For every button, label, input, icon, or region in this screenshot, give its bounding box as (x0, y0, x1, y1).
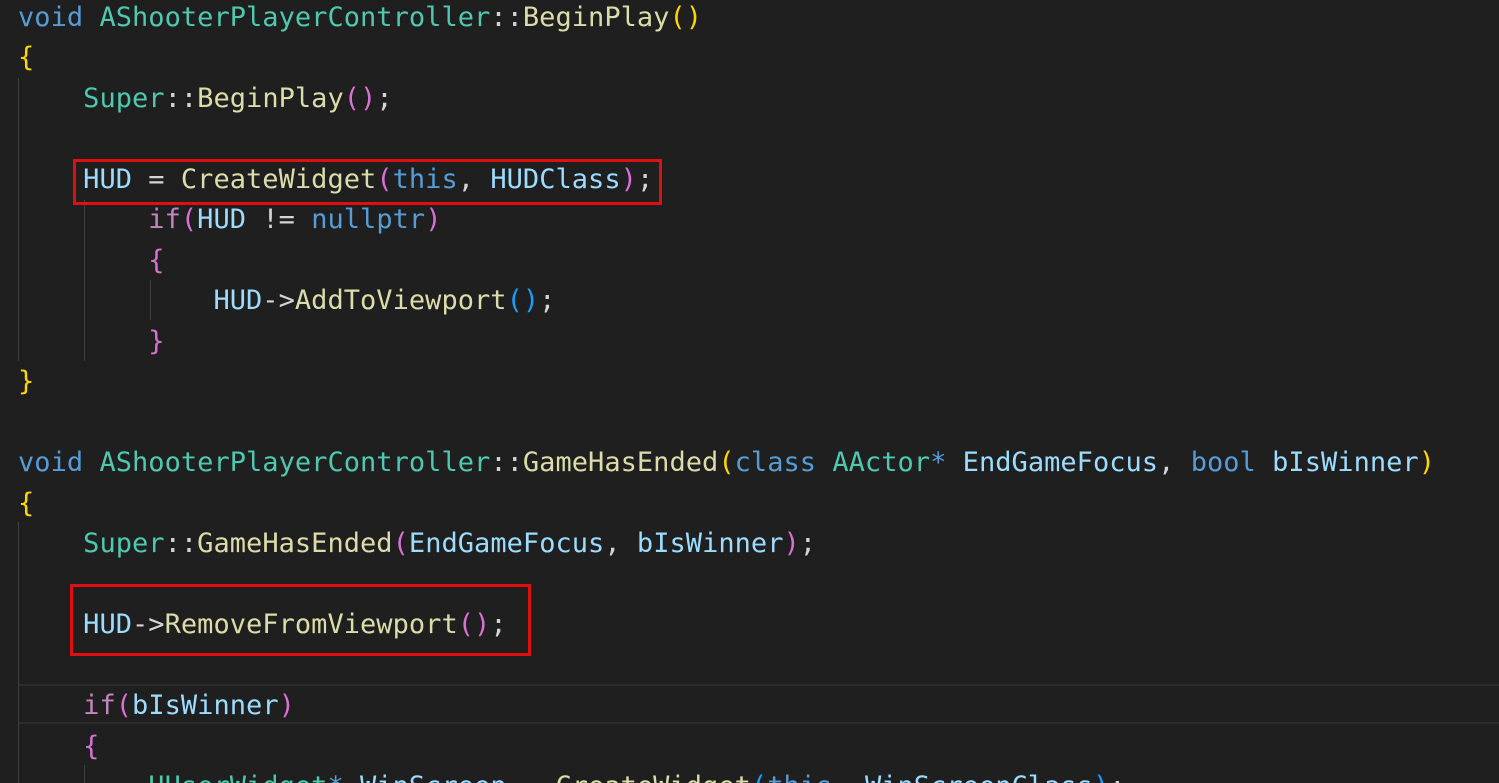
code-token: void (18, 447, 84, 478)
highlight-box-remove-from-viewport (70, 584, 531, 656)
code-token: ) (783, 528, 800, 559)
code-line-8[interactable]: HUD->AddToViewport(); (18, 281, 555, 322)
code-line-19[interactable]: { (18, 727, 99, 768)
code-token: :: (164, 528, 198, 559)
code-token: bool (1190, 447, 1256, 478)
code-token: AddToViewport (294, 285, 507, 316)
code-token: WinScreenClass (865, 771, 1093, 783)
code-token: { (18, 487, 35, 519)
code-line-10[interactable]: } (18, 362, 34, 403)
code-line-20[interactable]: UUserWidget* WinScreen = CreateWidget(th… (18, 767, 1126, 783)
code-token: -> (262, 285, 295, 316)
code-token: { (18, 42, 35, 73)
code-token: AActor (832, 447, 931, 478)
code-token: ( (718, 447, 735, 478)
code-token: AShooterPlayerController (99, 447, 491, 478)
code-token: ( (392, 528, 409, 559)
code-line-9[interactable]: } (18, 322, 165, 363)
code-token: class (734, 447, 817, 478)
code-token: ; (539, 285, 556, 316)
code-token: GameHasEnded (197, 528, 393, 559)
code-line-6[interactable]: if(HUD != nullptr) (18, 200, 441, 241)
code-editor[interactable]: void AShooterPlayerController::BeginPlay… (0, 0, 1499, 783)
code-token: CreateWidget (555, 771, 750, 783)
code-token: , (604, 528, 637, 559)
code-token: Super (83, 82, 165, 114)
code-token: BeginPlay (197, 82, 344, 114)
code-token: EndGameFocus (962, 447, 1159, 478)
code-token: ) (1418, 447, 1436, 478)
code-line-3[interactable]: Super::BeginPlay(); (18, 79, 393, 120)
code-line-13[interactable]: { (18, 484, 34, 525)
code-token: ) (1093, 771, 1109, 783)
code-token: ) (278, 690, 295, 721)
code-token: () (506, 285, 540, 316)
code-token: () (343, 82, 377, 114)
code-token: } (148, 325, 165, 357)
code-token: , (1158, 447, 1191, 478)
code-token: EndGameFocus (408, 528, 605, 559)
highlight-box-create-widget (73, 159, 662, 205)
code-token: ; (799, 528, 817, 559)
code-token: ; (1109, 771, 1125, 783)
code-token: if (148, 204, 181, 235)
code-token: { (148, 244, 165, 276)
code-token: , (832, 771, 865, 783)
code-token: this (767, 771, 832, 783)
code-line-2[interactable]: { (18, 38, 34, 79)
code-token: :: (164, 82, 198, 114)
code-token: bIsWinner (1272, 447, 1419, 478)
code-token: Super (83, 528, 165, 559)
code-token: :: (490, 1, 523, 33)
code-token: bIsWinner (636, 528, 784, 559)
code-token: if (83, 690, 116, 721)
code-token: ( (180, 204, 198, 235)
code-token: bIsWinner (132, 690, 279, 721)
code-token: HUD (213, 285, 263, 316)
code-line-7[interactable]: { (18, 241, 165, 282)
code-token: * (327, 771, 343, 783)
code-token: != (246, 204, 312, 235)
code-token: HUD (197, 204, 247, 235)
code-line-14[interactable]: Super::GameHasEnded(EndGameFocus, bIsWin… (18, 524, 816, 565)
code-token: BeginPlay (522, 1, 670, 33)
code-token: ( (115, 690, 133, 721)
code-token: GameHasEnded (522, 447, 719, 478)
code-token: { (83, 730, 100, 762)
code-token: AShooterPlayerController (99, 1, 491, 33)
code-token: ( (751, 771, 767, 783)
code-token: * (930, 447, 947, 478)
code-line-1[interactable]: void AShooterPlayerController::BeginPlay… (18, 0, 702, 38)
code-token: nullptr (311, 204, 426, 235)
code-line-18[interactable]: if(bIsWinner) (18, 686, 295, 727)
code-token: void (18, 1, 84, 33)
code-token: } (18, 366, 35, 397)
code-token: :: (490, 447, 523, 478)
code-token: ; (376, 82, 393, 114)
code-token: = (507, 771, 556, 783)
code-token: ) (425, 204, 442, 235)
code-line-12[interactable]: void AShooterPlayerController::GameHasEn… (18, 443, 1435, 484)
code-token: WinScreen (360, 771, 507, 783)
code-token: () (669, 1, 703, 33)
code-token: UUserWidget (148, 771, 327, 783)
